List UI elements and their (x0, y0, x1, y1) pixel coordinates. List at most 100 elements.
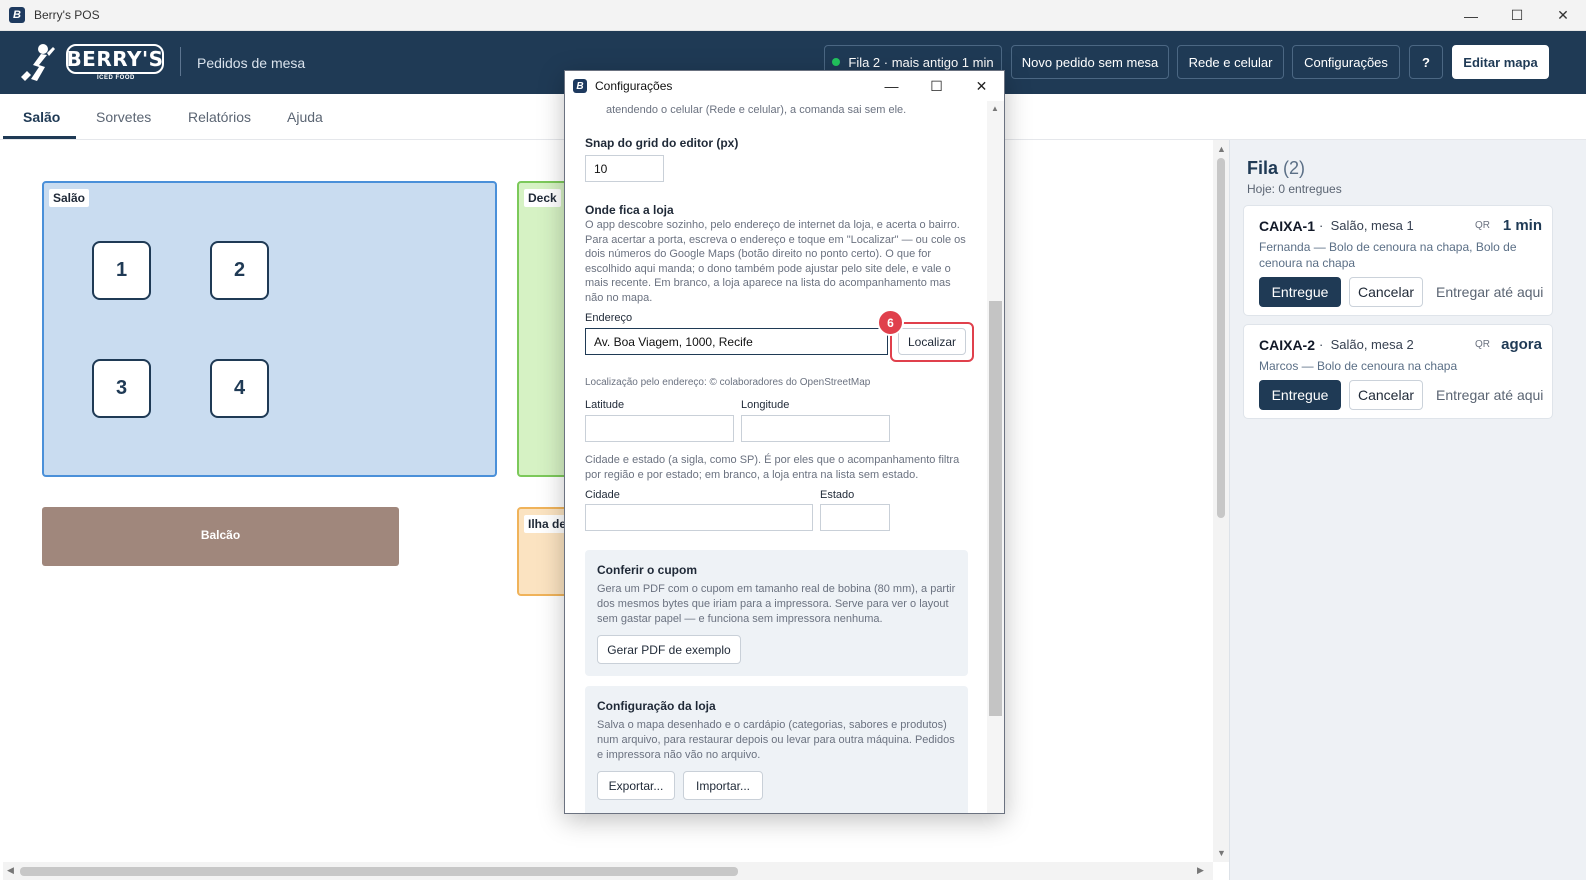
latitude-input[interactable] (585, 415, 734, 442)
window-title: Berry's POS (34, 8, 100, 22)
order-location: · Salão, mesa 2 (1319, 337, 1414, 352)
close-icon[interactable]: ✕ (959, 71, 1004, 101)
generate-pdf-button[interactable]: Gerar PDF de exemplo (597, 635, 741, 664)
header-subtitle: Pedidos de mesa (197, 55, 306, 71)
tutorial-step-badge: 6 (877, 309, 904, 336)
order-card[interactable]: CAIXA-1 · Salão, mesa 1 QR 1 min Fernand… (1243, 205, 1553, 316)
coupon-panel: Conferir o cupom Gera um PDF com o cupom… (585, 550, 968, 676)
scroll-up-icon[interactable]: ▲ (1217, 144, 1226, 154)
tab-relatorios[interactable]: Relatórios (188, 109, 251, 125)
os-titlebar: B Berry's POS — ☐ ✕ (0, 0, 1586, 31)
osm-credit: Localização pelo endereço: © colaborador… (585, 377, 871, 388)
scroll-down-icon[interactable]: ▼ (1217, 848, 1226, 858)
longitude-input[interactable] (741, 415, 890, 442)
zone-label: Deck (524, 189, 561, 207)
network-button[interactable]: Rede e celular (1177, 45, 1284, 79)
state-input[interactable] (820, 504, 890, 531)
table-3[interactable]: 3 (92, 359, 151, 418)
scrollbar-thumb[interactable] (989, 301, 1002, 716)
snap-label: Snap do grid do editor (px) (585, 136, 739, 150)
dialog-app-icon: B (573, 79, 587, 93)
separator: · (1319, 218, 1324, 233)
tab-salao[interactable]: Salão (23, 109, 60, 125)
order-location-text: Salão, mesa 2 (1330, 337, 1414, 352)
zone-balcao[interactable]: Balcão (42, 507, 399, 566)
active-tab-indicator (3, 136, 76, 139)
maximize-icon[interactable]: ☐ (914, 71, 959, 101)
tab-sorvetes[interactable]: Sorvetes (96, 109, 151, 125)
queue-panel: Fila (2) Hoje: 0 entregues CAIXA-1 · Sal… (1229, 140, 1586, 880)
store-config-panel: Configuração da loja Salva o mapa desenh… (585, 686, 968, 813)
scroll-left-icon[interactable]: ◀ (7, 865, 14, 876)
scroll-right-icon[interactable]: ▶ (1197, 865, 1204, 876)
qr-badge: QR (1475, 339, 1490, 350)
scroll-up-icon[interactable]: ▲ (991, 104, 999, 113)
logo-mascot-icon (21, 44, 55, 81)
app-icon: B (9, 7, 25, 23)
table-4[interactable]: 4 (210, 359, 269, 418)
order-age: agora (1501, 336, 1542, 353)
longitude-label: Longitude (741, 399, 790, 411)
queue-status-label: Fila 2 · mais antigo 1 min (848, 54, 994, 70)
coupon-title: Conferir o cupom (597, 563, 698, 577)
edit-map-button[interactable]: Editar mapa (1452, 45, 1549, 79)
order-age: 1 min (1502, 217, 1542, 234)
close-icon[interactable]: ✕ (1540, 0, 1586, 31)
coupon-text: Gera um PDF com o cupom em tamanho real … (597, 583, 956, 625)
queue-today-summary: Hoje: 0 entregues (1247, 182, 1342, 196)
store-config-title: Configuração da loja (597, 699, 716, 713)
window-controls: — ☐ ✕ (1448, 0, 1586, 31)
deliver-button[interactable]: Entregue (1259, 277, 1341, 307)
tab-ajuda[interactable]: Ajuda (287, 109, 323, 125)
address-input[interactable]: Av. Boa Viagem, 1000, Recife (585, 328, 888, 355)
order-items: Fernanda — Bolo de cenoura na chapa, Bol… (1259, 240, 1517, 270)
order-card[interactable]: CAIXA-2 · Salão, mesa 2 QR agora Marcos … (1243, 324, 1553, 419)
cancel-order-button[interactable]: Cancelar (1349, 277, 1423, 307)
status-dot-icon (832, 58, 841, 66)
table-1[interactable]: 1 (92, 241, 151, 300)
city-label: Cidade (585, 489, 620, 501)
order-location: · Salão, mesa 1 (1319, 218, 1414, 233)
help-button[interactable]: ? (1409, 45, 1443, 79)
snap-input[interactable]: 10 (585, 155, 664, 182)
city-help: Cidade e estado (a sigla, como SP). É po… (585, 454, 960, 481)
zone-label: Balcão (200, 528, 241, 542)
queue-count: (2) (1283, 158, 1306, 178)
dialog-body: atendendo o celular (Rede e celular), a … (565, 101, 987, 813)
zone-salao[interactable]: Salão 1 2 3 4 (42, 181, 497, 477)
state-label: Estado (820, 489, 855, 501)
header-divider (180, 47, 181, 76)
minimize-icon[interactable]: — (1448, 0, 1494, 31)
import-button[interactable]: Importar... (683, 771, 763, 800)
store-config-text: Salva o mapa desenhado e o cardápio (cat… (597, 719, 955, 761)
city-input[interactable] (585, 504, 813, 531)
export-button[interactable]: Exportar... (597, 771, 675, 800)
network-note: atendendo o celular (Rede e celular), a … (606, 104, 907, 116)
order-id: CAIXA-1 (1259, 218, 1316, 234)
table-2[interactable]: 2 (210, 241, 269, 300)
queue-title: Fila (2) (1247, 158, 1305, 179)
qr-badge: QR (1475, 220, 1490, 231)
separator: · (1319, 337, 1324, 352)
minimize-icon[interactable]: — (869, 71, 914, 101)
deliver-up-to-here-button[interactable]: Entregar até aqui (1436, 277, 1543, 307)
scrollbar-thumb[interactable] (1217, 158, 1225, 518)
canvas-horizontal-scrollbar[interactable]: ◀ ▶ (3, 862, 1213, 880)
cancel-order-button[interactable]: Cancelar (1349, 380, 1423, 410)
scrollbar-thumb[interactable] (20, 867, 738, 876)
dialog-controls: — ☐ ✕ (869, 71, 1004, 101)
dialog-titlebar: B Configurações — ☐ ✕ (565, 71, 1004, 101)
new-order-button[interactable]: Novo pedido sem mesa (1011, 45, 1169, 79)
order-id: CAIXA-2 (1259, 337, 1316, 353)
dialog-scrollbar[interactable]: ▲ (987, 101, 1004, 813)
logo-subtext: ICED FOOD (97, 75, 135, 81)
deliver-button[interactable]: Entregue (1259, 380, 1341, 410)
order-location-text: Salão, mesa 1 (1330, 218, 1414, 233)
latitude-label: Latitude (585, 399, 625, 411)
zone-label: Salão (49, 189, 90, 207)
canvas-vertical-scrollbar[interactable]: ▲ ▼ (1213, 140, 1229, 862)
deliver-up-to-here-button[interactable]: Entregar até aqui (1436, 380, 1543, 410)
settings-button[interactable]: Configurações (1292, 45, 1400, 79)
maximize-icon[interactable]: ☐ (1494, 0, 1540, 31)
location-title: Onde fica a loja (585, 203, 674, 217)
